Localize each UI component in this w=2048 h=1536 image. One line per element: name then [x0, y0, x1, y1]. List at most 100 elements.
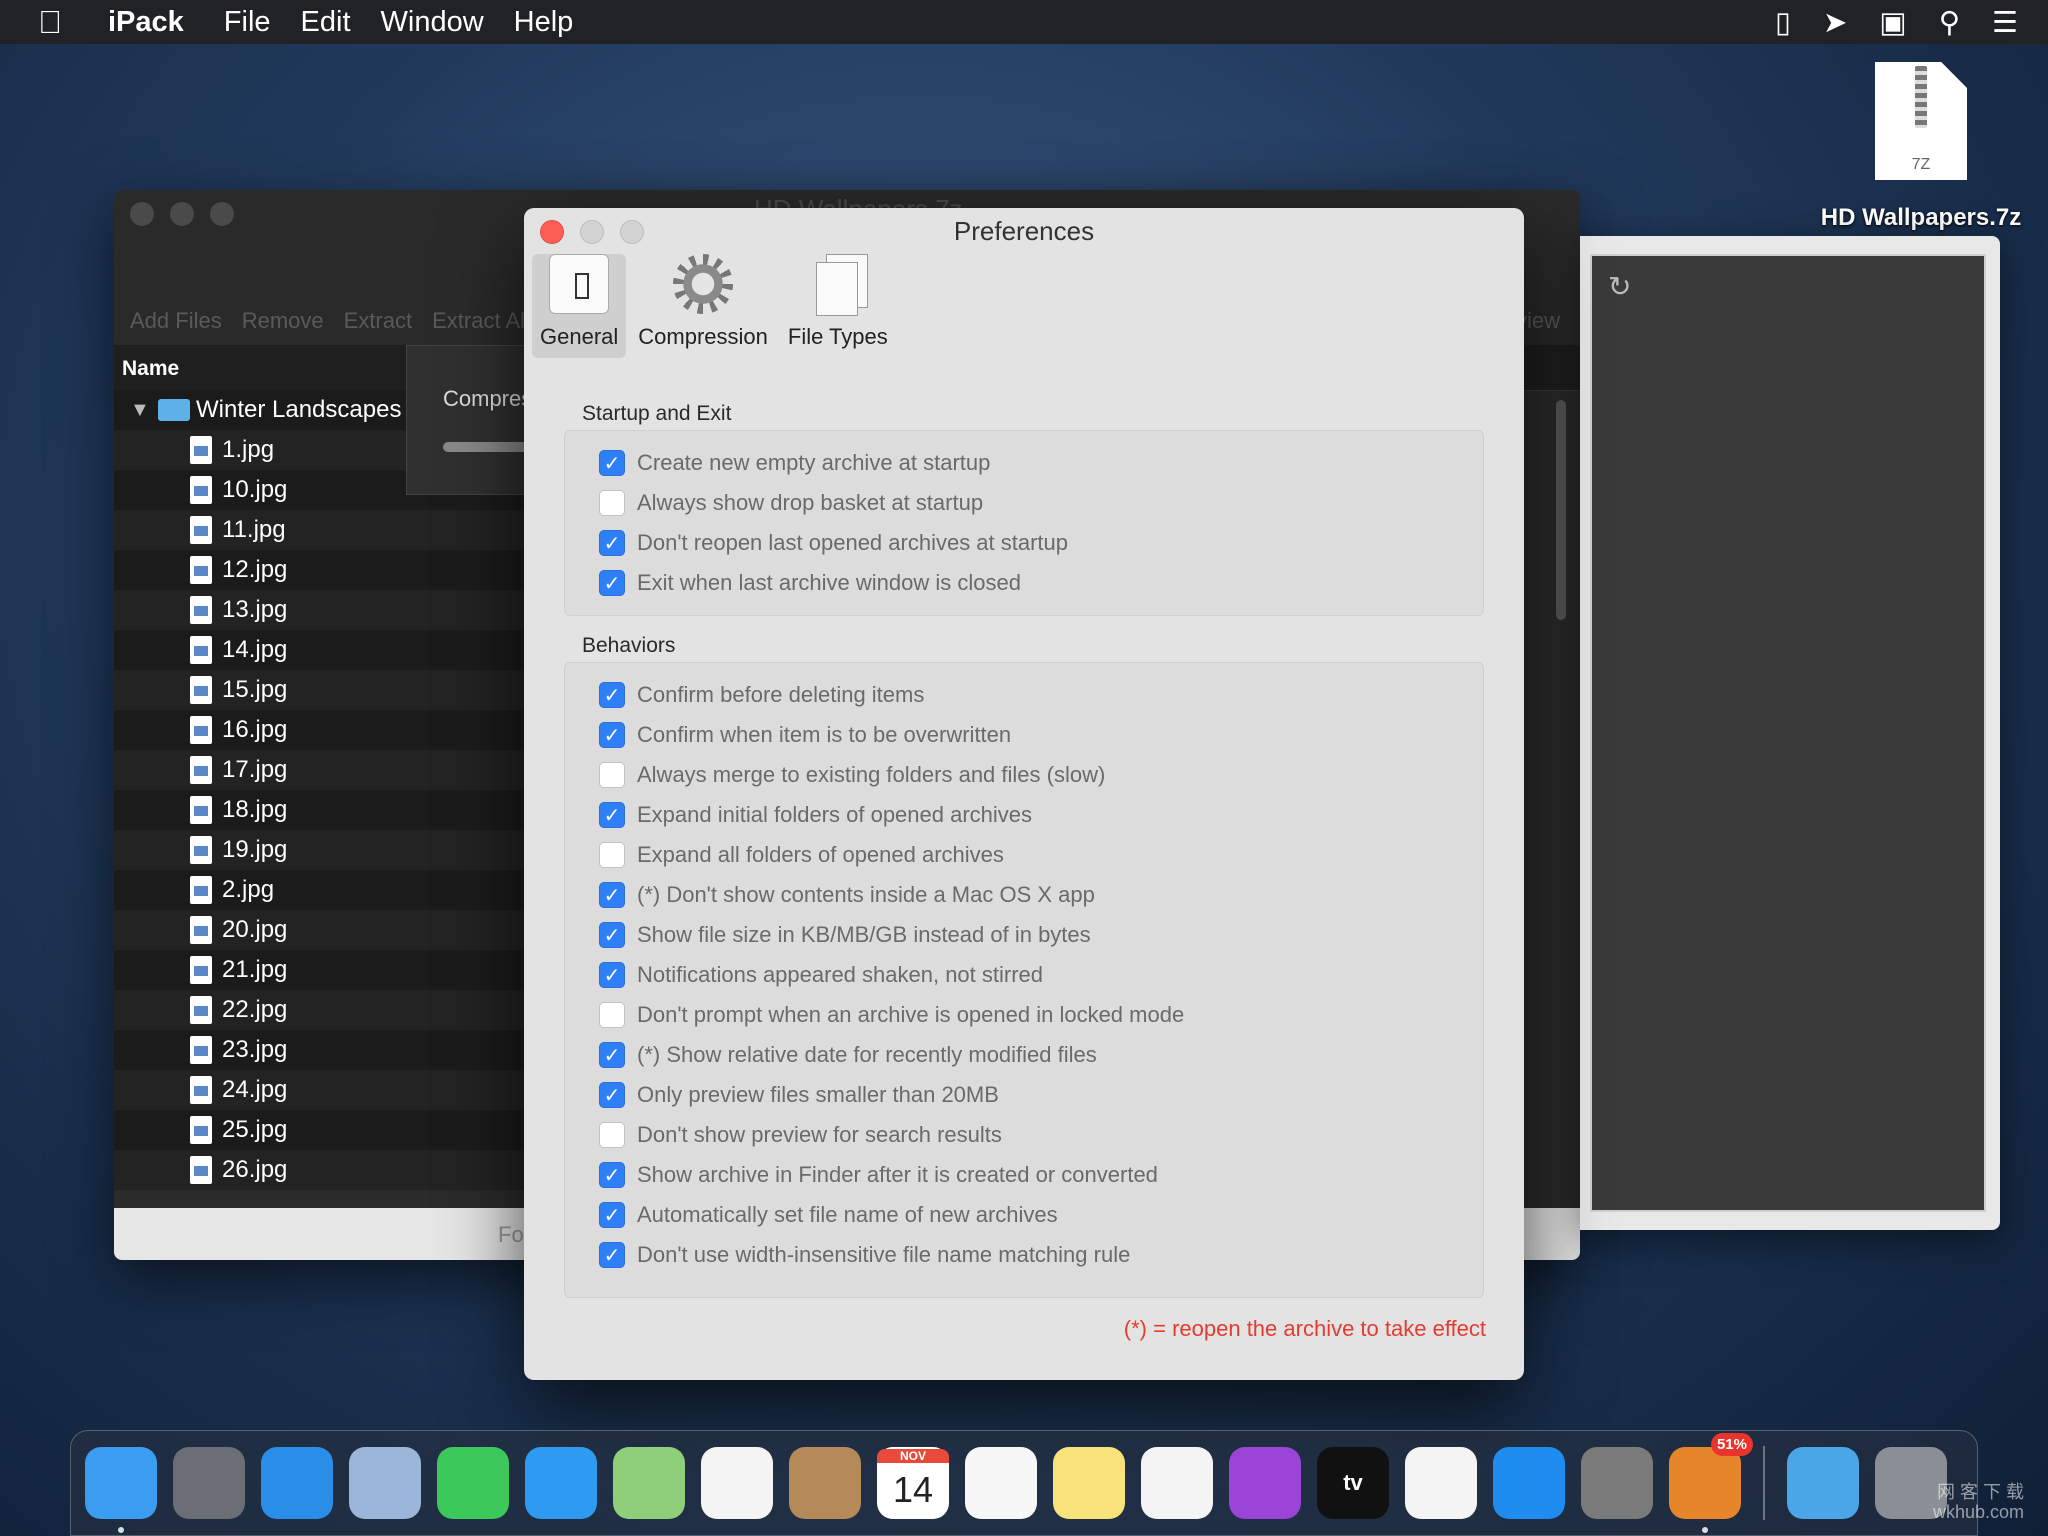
add-files-button[interactable]: Add Files [130, 308, 222, 334]
desktop-archive-file[interactable]: 7Z HD Wallpapers.7z [1806, 62, 2036, 232]
checkbox-checked[interactable]: ✓ [599, 922, 625, 948]
news-icon[interactable] [1405, 1447, 1477, 1519]
safari-icon[interactable] [261, 1447, 333, 1519]
podcasts-icon[interactable] [1229, 1447, 1301, 1519]
music-icon[interactable] [1141, 1447, 1213, 1519]
app-store-icon[interactable] [1493, 1447, 1565, 1519]
option-row[interactable]: ✓ Automatically set file name of new arch… [565, 1195, 1483, 1235]
option-row[interactable]: Don't prompt when an archive is opened i… [565, 995, 1483, 1035]
option-row[interactable]: ✓ Show file size in KB/MB/GB instead of i… [565, 915, 1483, 955]
option-row[interactable]: ✓ Expand initial folders of opened archiv… [565, 795, 1483, 835]
system-preferences-icon[interactable] [1581, 1447, 1653, 1519]
option-row[interactable]: ✓ Don't use width-insensitive file name m… [565, 1235, 1483, 1275]
checkbox-checked[interactable]: ✓ [599, 1242, 625, 1268]
file-row[interactable]: 23.jpg [114, 1030, 524, 1070]
downloads-folder-icon[interactable] [1787, 1447, 1859, 1519]
menu-file[interactable]: File [224, 6, 271, 39]
refresh-icon[interactable]: ↻ [1608, 270, 1631, 303]
apple-menu-icon[interactable]:  [38, 4, 92, 41]
checkbox-unchecked[interactable] [599, 842, 625, 868]
file-row[interactable]: 26.jpg [114, 1150, 524, 1190]
control-center-icon[interactable]: ☰ [1992, 5, 2018, 40]
photos-icon[interactable] [701, 1447, 773, 1519]
calendar-icon[interactable]: NOV 14 [877, 1447, 949, 1519]
extract-all-button[interactable]: Extract All [432, 308, 530, 334]
finder-icon[interactable] [85, 1447, 157, 1533]
option-row[interactable]: ✓ Don't reopen last opened archives at st… [565, 523, 1483, 563]
file-row[interactable]: 21.jpg [114, 950, 524, 990]
ipack-icon[interactable]: 51% [1669, 1433, 1753, 1533]
file-row[interactable]: 17.jpg [114, 750, 524, 790]
menu-app-name[interactable]: iPack [108, 6, 184, 39]
option-row[interactable]: Always show drop basket at startup [565, 483, 1483, 523]
notes-icon[interactable] [1053, 1447, 1125, 1519]
file-list-scrollbar[interactable] [1556, 400, 1566, 620]
tab-general[interactable]: General [532, 254, 627, 358]
checkbox-unchecked[interactable] [599, 1122, 625, 1148]
messages-icon[interactable] [525, 1447, 597, 1519]
option-row[interactable]: Always merge to existing folders and fil… [565, 755, 1483, 795]
send-icon[interactable]: ➤ [1823, 5, 1847, 40]
file-row[interactable]: 11.jpg [114, 510, 524, 550]
file-row[interactable]: 22.jpg [114, 990, 524, 1030]
checkbox-checked[interactable]: ✓ [599, 882, 625, 908]
checkbox-checked[interactable]: ✓ [599, 962, 625, 988]
checkbox-unchecked[interactable] [599, 1002, 625, 1028]
file-row[interactable]: 16.jpg [114, 710, 524, 750]
file-row[interactable]: 13.jpg [114, 590, 524, 630]
minimize-icon[interactable] [170, 202, 194, 226]
file-row[interactable]: 20.jpg [114, 910, 524, 950]
option-row[interactable]: ✓ Exit when last archive window is closed [565, 563, 1483, 603]
option-row[interactable]: Expand all folders of opened archives [565, 835, 1483, 875]
checkbox-checked[interactable]: ✓ [599, 450, 625, 476]
remove-button[interactable]: Remove [242, 308, 324, 334]
checkbox-checked[interactable]: ✓ [599, 722, 625, 748]
checkbox-checked[interactable]: ✓ [599, 1082, 625, 1108]
extract-button[interactable]: Extract [344, 308, 412, 334]
drop-basket-icon[interactable]: ▯ [1775, 5, 1791, 40]
option-row[interactable]: ✓ Notifications appeared shaken, not stir… [565, 955, 1483, 995]
file-row[interactable]: 19.jpg [114, 830, 524, 870]
checkbox-checked[interactable]: ✓ [599, 1202, 625, 1228]
tab-compression[interactable]: Compression [630, 254, 776, 358]
menu-window[interactable]: Window [381, 6, 484, 39]
file-row[interactable]: 14.jpg [114, 630, 524, 670]
launchpad-icon[interactable] [173, 1447, 245, 1519]
checkbox-checked[interactable]: ✓ [599, 1042, 625, 1068]
checkbox-unchecked[interactable] [599, 490, 625, 516]
mail-icon[interactable] [349, 1447, 421, 1519]
option-row[interactable]: ✓ Show archive in Finder after it is crea… [565, 1155, 1483, 1195]
close-icon[interactable] [130, 202, 154, 226]
checkbox-checked[interactable]: ✓ [599, 530, 625, 556]
checkbox-checked[interactable]: ✓ [599, 1162, 625, 1188]
file-row[interactable]: 25.jpg [114, 1110, 524, 1150]
maps-icon[interactable] [613, 1447, 685, 1519]
option-row[interactable]: ✓ Confirm before deleting items [565, 675, 1483, 715]
option-row[interactable]: ✓ Create new empty archive at startup [565, 443, 1483, 483]
file-row[interactable]: 18.jpg [114, 790, 524, 830]
option-row[interactable]: ✓ Only preview files smaller than 20MB [565, 1075, 1483, 1115]
search-icon[interactable]: ⚲ [1939, 5, 1960, 40]
option-row[interactable]: Don't show preview for search results [565, 1115, 1483, 1155]
zoom-icon[interactable] [210, 202, 234, 226]
facetime-icon[interactable] [437, 1447, 509, 1519]
checkbox-unchecked[interactable] [599, 762, 625, 788]
tab-file-types[interactable]: File Types [780, 254, 896, 358]
file-row[interactable]: 12.jpg [114, 550, 524, 590]
menu-help[interactable]: Help [514, 6, 574, 39]
file-row[interactable]: 24.jpg [114, 1070, 524, 1110]
file-row[interactable]: 2.jpg [114, 870, 524, 910]
disclosure-triangle-icon[interactable]: ▼ [130, 399, 150, 422]
checkbox-checked[interactable]: ✓ [599, 682, 625, 708]
tv-icon[interactable]: tv [1317, 1447, 1389, 1519]
reminders-icon[interactable] [965, 1447, 1037, 1519]
option-row[interactable]: ✓ Confirm when item is to be overwritten [565, 715, 1483, 755]
menu-edit[interactable]: Edit [301, 6, 351, 39]
option-row[interactable]: ✓ (*) Show relative date for recently mod… [565, 1035, 1483, 1075]
contacts-icon[interactable] [789, 1447, 861, 1519]
file-row[interactable]: 15.jpg [114, 670, 524, 710]
display-icon[interactable]: ▣ [1879, 5, 1906, 40]
checkbox-checked[interactable]: ✓ [599, 570, 625, 596]
checkbox-checked[interactable]: ✓ [599, 802, 625, 828]
option-row[interactable]: ✓ (*) Don't show contents inside a Mac OS… [565, 875, 1483, 915]
